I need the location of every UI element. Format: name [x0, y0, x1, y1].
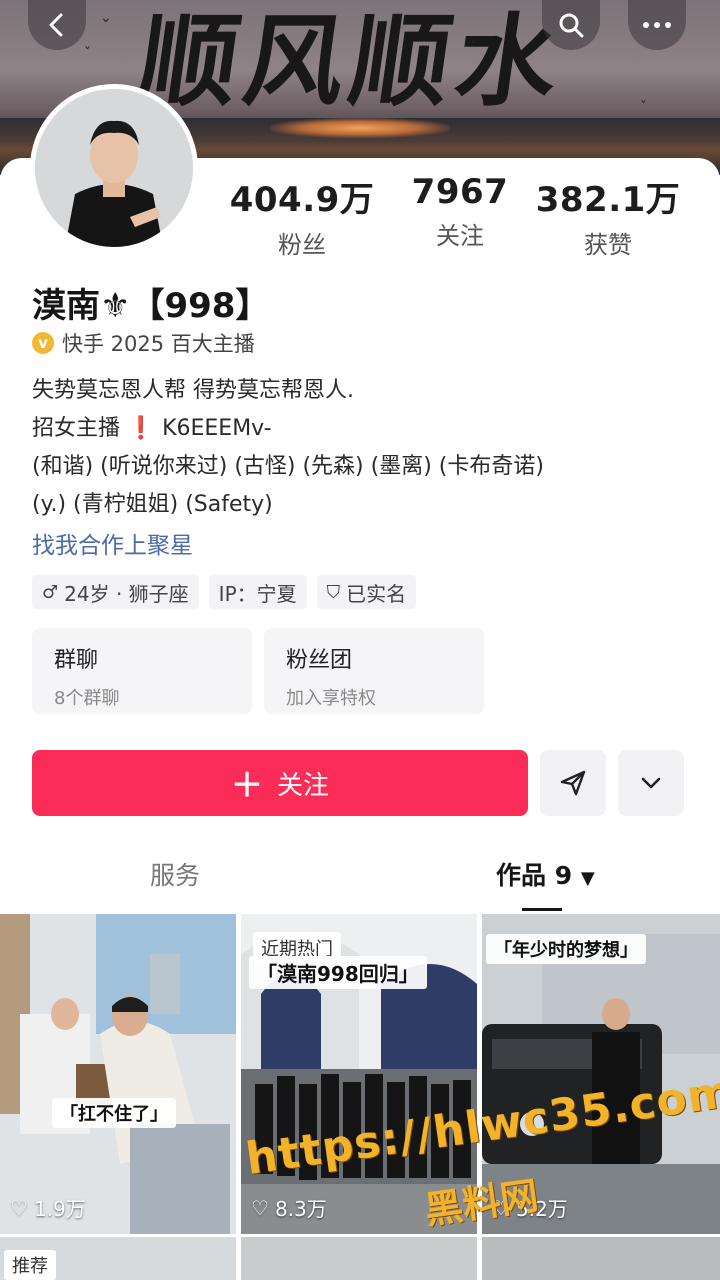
bird-icon: ˇ [470, 40, 477, 56]
avatar-photo [35, 89, 193, 247]
age-tag: ♂ 24岁 · 狮子座 [32, 575, 199, 609]
bio-line: (和谐) (听说你来过) (古怪) (先森) (墨离) (卡布奇诺) [32, 454, 544, 479]
tab-works-label: 作品 9 [496, 861, 573, 890]
likes-label: 获赞 [584, 231, 632, 259]
verification-row: v 快手 2025 百大主播 [32, 328, 255, 358]
bird-icon: ˇ [84, 46, 91, 62]
video-caption: 「漠南998回归」 [249, 956, 427, 989]
tab-works[interactable]: 作品 9 ▼ [496, 856, 595, 892]
fan-club-box[interactable]: 粉丝团 加入享特权 [264, 628, 484, 714]
video-caption: 「年少时的梦想」 [486, 934, 646, 964]
bio-line: 招女主播 ❗ K6EEEMv- [32, 410, 692, 448]
video-likes: ♡ 8.3万 [251, 1193, 327, 1222]
plus-icon: ＋ [230, 766, 263, 804]
group-chat-subtitle: 8个群聊 [54, 688, 120, 709]
fan-club-subtitle: 加入享特权 [286, 688, 376, 709]
profile-stats: 404.9万 粉丝 7967 关注 382.1万 获赞 [230, 172, 700, 259]
verification-text: 快手 2025 百大主播 [62, 332, 255, 356]
verified-name-text: 已实名 [346, 581, 407, 606]
avatar[interactable] [30, 84, 198, 252]
followers-label: 粉丝 [278, 231, 326, 259]
bird-icon: ⌄ [100, 10, 112, 26]
chevron-down-icon [641, 777, 661, 789]
cooperation-link[interactable]: 找我合作上聚星 [32, 526, 193, 560]
group-chat-box[interactable]: 群聊 8个群聊 [32, 628, 252, 714]
caret-down-icon: ▼ [580, 868, 595, 889]
video-thumbnail-image [0, 914, 236, 1234]
bio-line: 失势莫忘恩人帮 得势莫忘帮恩人. [32, 378, 354, 403]
tab-indicator [522, 908, 562, 911]
following-label: 关注 [436, 222, 484, 250]
likes-stat[interactable]: 382.1万 获赞 [528, 172, 688, 260]
follow-label: 关注 [277, 770, 330, 801]
verified-name-tag: ⛉ 已实名 [316, 575, 417, 609]
more-dots-icon [643, 22, 671, 28]
group-chat-title: 群聊 [54, 648, 99, 673]
follow-button[interactable]: ＋ 关注 [32, 750, 528, 816]
tab-service[interactable]: 服务 [150, 856, 200, 892]
video-thumbnail[interactable] [482, 1237, 720, 1280]
profile-boxes: 群聊 8个群聊 粉丝团 加入享特权 [32, 628, 484, 714]
bio-id-text: K6EEEMv- [162, 416, 272, 441]
video-likes: ♡ 1.9万 [10, 1193, 86, 1222]
send-icon [560, 770, 586, 796]
followers-stat[interactable]: 404.9万 粉丝 [222, 172, 382, 260]
heart-icon: ♡ [251, 1195, 269, 1220]
banner-calligraphy: 顺风顺水 [130, 2, 572, 120]
back-arrow-icon [49, 13, 63, 37]
video-thumbnail[interactable]: 「扛不住了」 ♡ 1.9万 [0, 914, 236, 1234]
bird-icon: ˇ [640, 100, 647, 116]
following-count: 7967 [411, 172, 509, 212]
video-thumbnail[interactable] [241, 1237, 477, 1280]
bio-line: (y.) (青柠姐姐) (Safety) [32, 492, 273, 517]
search-icon [559, 13, 584, 38]
shield-icon: ⛉ [326, 581, 341, 603]
exclamation-icon: ❗ [127, 416, 163, 441]
followers-count: 404.9万 [229, 180, 375, 220]
likes-count: 382.1万 [535, 180, 681, 220]
message-button[interactable] [540, 750, 606, 816]
profile-bio: 失势莫忘恩人帮 得势莫忘帮恩人. 招女主播 ❗ K6EEEMv- (和谐) (听… [32, 372, 692, 524]
profile-tags: ♂ 24岁 · 狮子座 IP：宁夏 ⛉ 已实名 [32, 575, 417, 609]
male-icon: ♂ [42, 581, 59, 603]
content-tabs: 服务 作品 9 ▼ [0, 856, 720, 912]
video-caption: 「扛不住了」 [52, 1098, 176, 1128]
verified-badge-icon: v [32, 332, 54, 354]
following-stat[interactable]: 7967 关注 [380, 172, 540, 251]
ip-tag-text: IP：宁夏 [218, 581, 297, 606]
video-likes-count: 8.3万 [274, 1197, 327, 1221]
video-likes-count: 1.9万 [33, 1197, 86, 1221]
fan-club-title: 粉丝团 [286, 648, 353, 673]
recommend-badge: 推荐 [4, 1250, 56, 1280]
age-tag-text: 24岁 · 狮子座 [64, 581, 189, 606]
heart-icon: ♡ [10, 1195, 28, 1220]
bio-recruit-text: 招女主播 [32, 416, 121, 441]
ip-tag: IP：宁夏 [208, 575, 307, 609]
expand-button[interactable] [618, 750, 684, 816]
profile-name: 漠南⚜【998】 [32, 286, 270, 326]
